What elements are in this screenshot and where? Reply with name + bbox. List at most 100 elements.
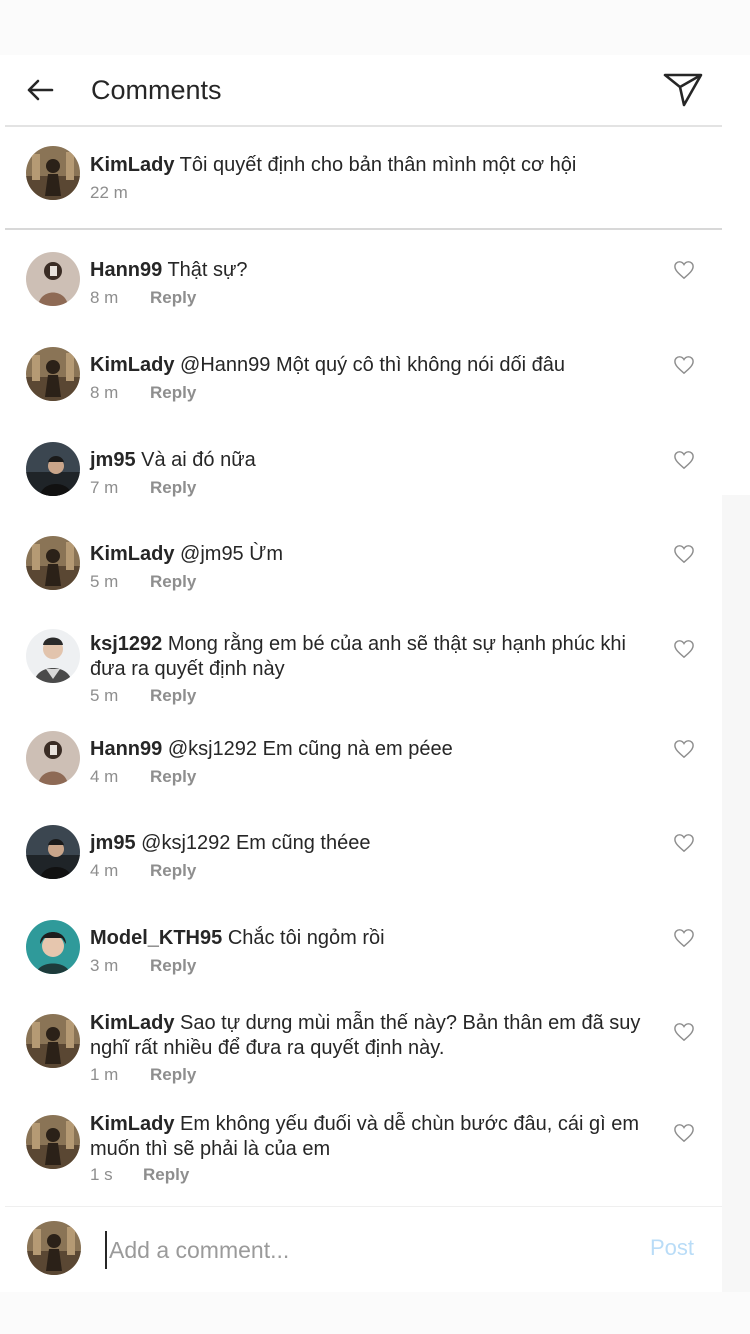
- comment-username[interactable]: jm95: [90, 832, 136, 854]
- list-item: Hann99 @ksj1292 Em cũng nà em péee 4 m R…: [5, 721, 722, 815]
- reply-button[interactable]: Reply: [150, 288, 196, 308]
- list-item: KimLady Em không yếu đuối và dễ chùn bướ…: [5, 1105, 722, 1204]
- heart-icon[interactable]: [673, 450, 695, 470]
- comment-body: Thật sự?: [167, 259, 248, 281]
- heart-icon[interactable]: [673, 355, 695, 375]
- avatar-image: [26, 1014, 80, 1068]
- caption-body: Tôi quyết định cho bản thân mình một cơ …: [179, 154, 577, 176]
- comment-list: Hann99 Thật sự? 8 m Reply KimLady @Hann9…: [5, 232, 722, 1204]
- comment-text: KimLady @jm95 Ừm: [90, 542, 650, 567]
- back-button[interactable]: [5, 54, 75, 126]
- avatar[interactable]: [26, 146, 80, 200]
- comment-time: 1 m: [90, 1065, 119, 1084]
- comment-body: Chắc tôi ngỏm rồi: [227, 927, 385, 949]
- heart-icon[interactable]: [673, 833, 695, 853]
- reply-button[interactable]: Reply: [150, 861, 196, 881]
- caption-time: 22 m: [90, 183, 128, 202]
- avatar[interactable]: [26, 347, 80, 401]
- avatar[interactable]: [26, 629, 80, 683]
- comment-meta: 1 s Reply: [90, 1165, 189, 1185]
- comment-time: 3 m: [90, 956, 119, 975]
- heart-icon[interactable]: [673, 639, 695, 659]
- avatar-image: [27, 1221, 81, 1275]
- status-bar-area: [0, 0, 750, 55]
- comment-username[interactable]: Hann99: [90, 738, 162, 760]
- avatar-image: [26, 442, 80, 496]
- paper-plane-icon: [663, 73, 703, 107]
- reply-button[interactable]: Reply: [150, 383, 196, 403]
- comment-time: 5 m: [90, 686, 119, 705]
- list-item: KimLady @Hann99 Một quý cô thì không nói…: [5, 327, 722, 422]
- avatar-image: [26, 252, 80, 306]
- comment-meta: 8 m Reply: [90, 288, 196, 308]
- reply-button[interactable]: Reply: [150, 478, 196, 498]
- comment-time: 4 m: [90, 861, 119, 880]
- heart-icon[interactable]: [673, 260, 695, 280]
- avatar-image: [26, 731, 80, 785]
- reply-button[interactable]: Reply: [150, 767, 196, 787]
- heart-icon[interactable]: [673, 1022, 695, 1042]
- post-button[interactable]: Post: [650, 1235, 694, 1261]
- avatar-image: [26, 347, 80, 401]
- comment-meta: 7 m Reply: [90, 478, 196, 498]
- heart-icon[interactable]: [673, 1123, 695, 1143]
- reply-button[interactable]: Reply: [143, 1165, 189, 1185]
- list-item: jm95 @ksj1292 Em cũng théee 4 m Reply: [5, 815, 722, 910]
- comment-time: 5 m: [90, 572, 119, 591]
- page-title: Comments: [91, 74, 222, 105]
- share-button[interactable]: [648, 54, 718, 126]
- caption-username[interactable]: KimLady: [90, 154, 174, 176]
- comment-username[interactable]: KimLady: [90, 354, 174, 376]
- comment-body: @ksj1292 Em cũng nà em péee: [167, 738, 453, 760]
- avatar[interactable]: [26, 825, 80, 879]
- heart-icon[interactable]: [673, 928, 695, 948]
- avatar[interactable]: [26, 731, 80, 785]
- reply-button[interactable]: Reply: [150, 572, 196, 592]
- avatar[interactable]: [26, 252, 80, 306]
- avatar[interactable]: [26, 442, 80, 496]
- comment-username[interactable]: KimLady: [90, 1012, 174, 1034]
- avatar[interactable]: [26, 1014, 80, 1068]
- comment-time: 1 s: [90, 1165, 113, 1184]
- comment-meta: 3 m Reply: [90, 956, 196, 976]
- comment-username[interactable]: KimLady: [90, 543, 174, 565]
- comment-text: ksj1292 Mong rằng em bé của anh sẽ thật …: [90, 632, 650, 682]
- avatar-image: [26, 146, 80, 200]
- reply-button[interactable]: Reply: [150, 686, 196, 706]
- comment-time: 8 m: [90, 288, 119, 307]
- avatar-image: [26, 1115, 80, 1169]
- heart-icon[interactable]: [673, 739, 695, 759]
- comment-meta: 4 m Reply: [90, 767, 196, 787]
- comment-meta: 5 m Reply: [90, 686, 196, 706]
- caption-meta: 22 m: [90, 183, 150, 203]
- comments-header: Comments: [5, 55, 722, 127]
- comment-username[interactable]: ksj1292: [90, 633, 162, 655]
- avatar-image: [26, 629, 80, 683]
- comment-username[interactable]: KimLady: [90, 1113, 174, 1135]
- heart-icon[interactable]: [673, 544, 695, 564]
- comment-meta: 5 m Reply: [90, 572, 196, 592]
- comment-input[interactable]: [105, 1231, 625, 1269]
- comment-meta: 4 m Reply: [90, 861, 196, 881]
- list-item: KimLady @jm95 Ừm 5 m Reply: [5, 516, 722, 611]
- comment-username[interactable]: jm95: [90, 449, 136, 471]
- comment-time: 8 m: [90, 383, 119, 402]
- avatar[interactable]: [26, 536, 80, 590]
- list-item: Model_KTH95 Chắc tôi ngỏm rồi 3 m Reply: [5, 910, 722, 1005]
- comment-username[interactable]: Hann99: [90, 259, 162, 281]
- reply-button[interactable]: Reply: [150, 1065, 196, 1085]
- comment-body: @jm95 Ừm: [180, 543, 283, 565]
- comment-username[interactable]: Model_KTH95: [90, 927, 222, 949]
- avatar-image: [26, 825, 80, 879]
- avatar[interactable]: [26, 920, 80, 974]
- list-item: KimLady Sao tự dưng mùi mẫn thế này? Bản…: [5, 1005, 722, 1105]
- comment-composer: Post: [5, 1206, 722, 1292]
- list-item: Hann99 Thật sự? 8 m Reply: [5, 232, 722, 327]
- comment-meta: 8 m Reply: [90, 383, 196, 403]
- avatar[interactable]: [26, 1115, 80, 1169]
- list-item: ksj1292 Mong rằng em bé của anh sẽ thật …: [5, 611, 722, 721]
- avatar: [27, 1221, 81, 1275]
- list-item: jm95 Và ai đó nữa 7 m Reply: [5, 422, 722, 516]
- comment-body: @Hann99 Một quý cô thì không nói dối đâu: [180, 354, 566, 376]
- reply-button[interactable]: Reply: [150, 956, 196, 976]
